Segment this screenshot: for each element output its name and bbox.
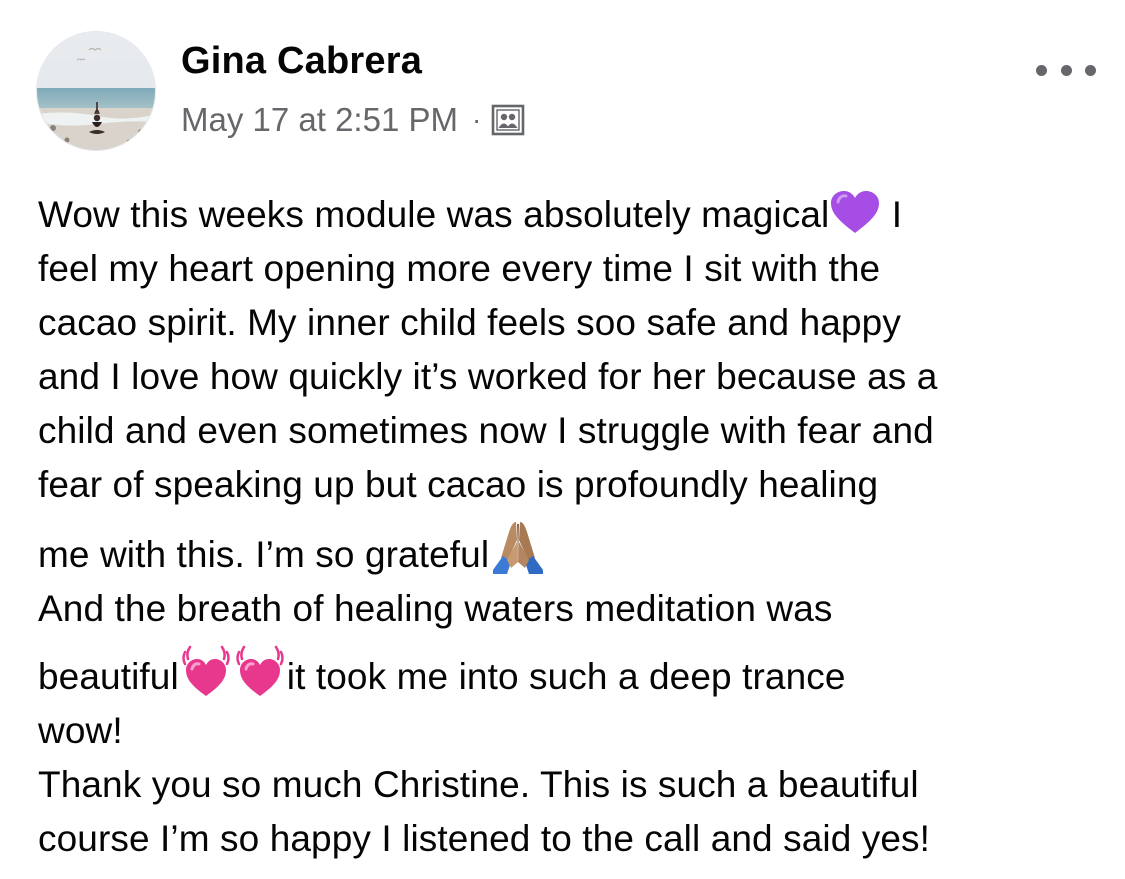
post-text-line: course I’m so happy I listened to the ca…	[38, 818, 931, 859]
post-text-line: fear of speaking up but cacao is profoun…	[38, 464, 879, 505]
purple-heart-icon	[829, 190, 881, 236]
author-name[interactable]: Gina Cabrera	[181, 40, 422, 83]
post-text-line: Thank you so much Christine. This is suc…	[38, 764, 919, 805]
text-segment: me with this. I’m so grateful	[38, 534, 490, 575]
text-segment: it took me into such a deep trance	[286, 656, 846, 697]
heart-with-waves-icon	[179, 644, 233, 698]
post-text-line: feel my heart opening more every time I …	[38, 248, 881, 289]
post-text-line: and I love how quickly it’s worked for h…	[38, 356, 938, 397]
folded-hands-icon	[489, 518, 547, 576]
text-segment: I	[881, 194, 903, 235]
heart-with-waves-icon	[233, 644, 287, 698]
group-members-icon	[491, 104, 525, 136]
post-text-line: cacao spirit. My inner child feels soo s…	[38, 302, 901, 343]
text-segment: Wow this weeks module was absolutely mag…	[38, 194, 830, 235]
post-meta: May 17 at 2:51 PM ·	[181, 98, 525, 142]
text-segment: beautiful	[38, 656, 179, 697]
more-options-dot	[1085, 64, 1096, 76]
post-card: Gina Cabrera May 17 at 2:51 PM · Wow thi…	[0, 0, 1125, 879]
meta-separator: ·	[471, 104, 482, 135]
post-text-line: wow!	[38, 710, 123, 751]
more-options-icon	[1036, 64, 1047, 76]
post-text-line: Wow this weeks module was absolutely mag…	[38, 188, 902, 236]
post-text-line: child and even sometimes now I struggle …	[38, 410, 934, 451]
more-options-dot	[1060, 64, 1072, 76]
post-text-line: me with this. I’m so grateful	[38, 516, 547, 576]
post-text-line: beautiful it took me into such a deep tr…	[38, 642, 846, 698]
post-timestamp[interactable]: May 17 at 2:51 PM	[181, 101, 458, 139]
author-avatar[interactable]	[36, 31, 156, 151]
more-options-button[interactable]	[1036, 54, 1096, 86]
post-text-line: And the breath of healing waters meditat…	[38, 588, 833, 629]
